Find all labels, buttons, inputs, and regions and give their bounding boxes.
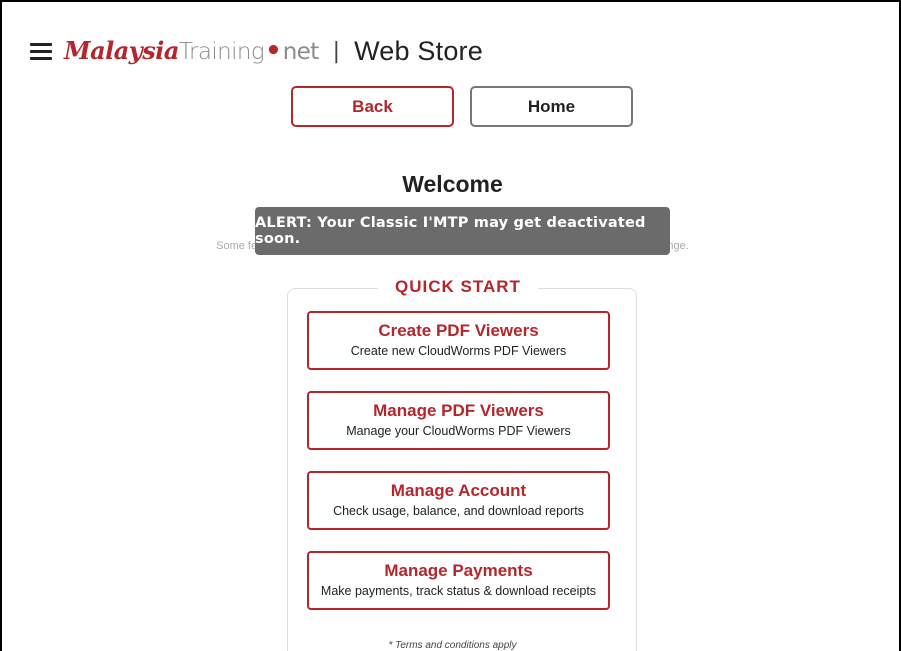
button-description: Check usage, balance, and download repor… — [333, 504, 584, 518]
create-pdf-viewers-button[interactable]: Create PDF Viewers Create new CloudWorms… — [307, 311, 610, 370]
button-description: Make payments, track status & download r… — [320, 584, 597, 598]
manage-payments-button[interactable]: Manage Payments Make payments, track sta… — [307, 551, 610, 610]
page-frame: Malaysia Training • net | Web Store Back… — [0, 0, 901, 651]
site-header: Malaysia Training • net | Web Store — [30, 36, 483, 66]
page-title: Web Store — [354, 35, 483, 66]
button-title: Create PDF Viewers — [378, 321, 539, 340]
logo-training: Training — [178, 39, 265, 65]
home-button[interactable]: Home — [470, 86, 633, 127]
logo-net: net — [282, 39, 320, 65]
header-separator: | — [332, 38, 341, 64]
button-title: Manage PDF Viewers — [373, 401, 544, 420]
back-button[interactable]: Back — [291, 86, 454, 127]
site-logo[interactable]: Malaysia Training • net — [64, 38, 319, 64]
quick-start-title: QUICK START — [378, 277, 538, 299]
button-description: Create new CloudWorms PDF Viewers — [350, 344, 567, 358]
button-title: Manage Account — [390, 481, 527, 500]
logo-malaysia: Malaysia — [64, 36, 179, 65]
welcome-heading: Welcome — [402, 171, 503, 197]
button-description: Manage your CloudWorms PDF Viewers — [346, 424, 571, 438]
menu-icon[interactable] — [30, 42, 52, 60]
manage-account-button[interactable]: Manage Account Check usage, balance, and… — [307, 471, 610, 530]
alert-toast: ALERT: Your Classic I'MTP may get deacti… — [255, 207, 670, 255]
logo-dot: • — [265, 36, 282, 66]
terms-note: * Terms and conditions apply — [388, 640, 517, 651]
manage-pdf-viewers-button[interactable]: Manage PDF Viewers Manage your CloudWorm… — [307, 391, 610, 450]
button-title: Manage Payments — [384, 561, 533, 580]
